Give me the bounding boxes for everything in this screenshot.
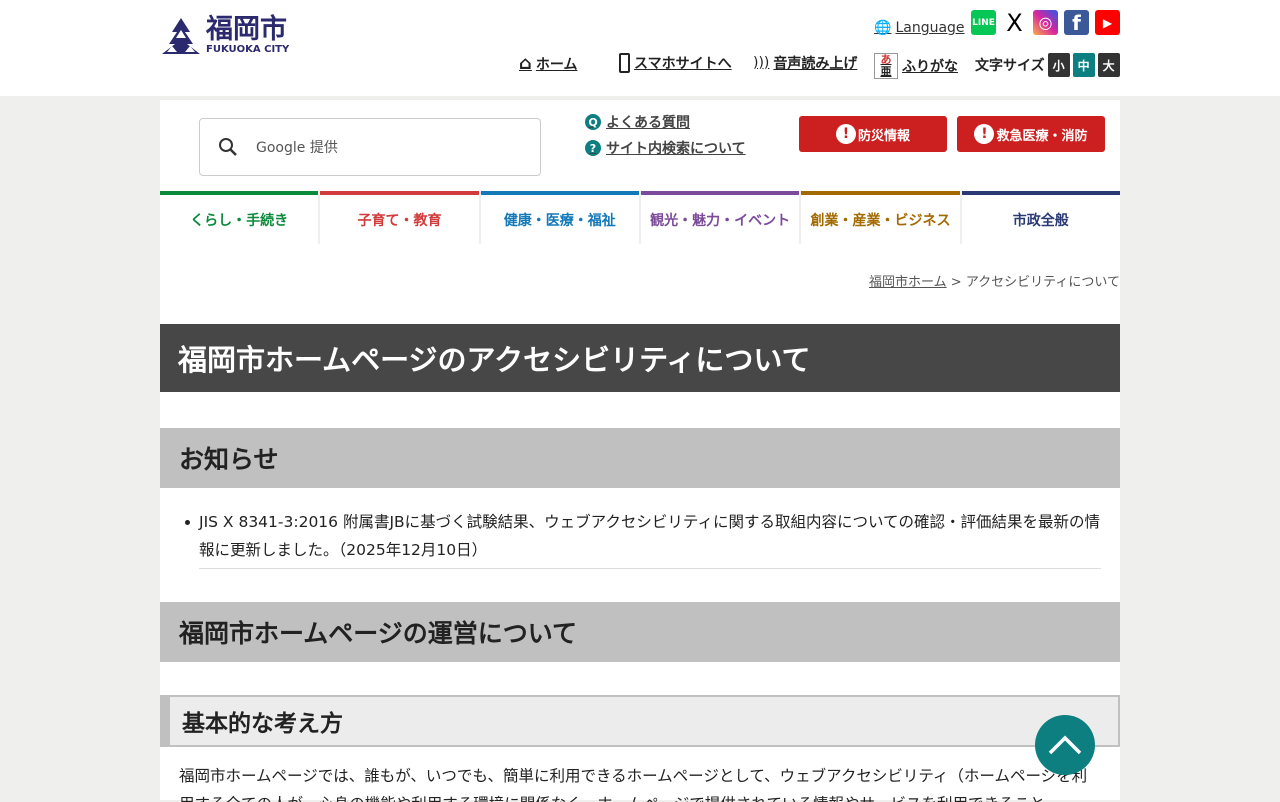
city-emblem-icon xyxy=(162,18,200,54)
nav-childcare[interactable]: 子育て・教育 xyxy=(320,191,479,244)
language-link[interactable]: 🌐 Language xyxy=(874,20,965,36)
policy-text: 福岡市ホームページでは、誰もが、いつでも、簡単に利用できるホームページとして、ウ… xyxy=(179,767,1088,802)
search-help-label: サイト内検索について xyxy=(606,141,746,157)
furigana-link[interactable]: あ亜ふりがな xyxy=(874,53,958,79)
instagram-icon[interactable]: ◎ xyxy=(1033,10,1058,35)
search-help-link[interactable]: ? サイト内検索について xyxy=(585,138,746,158)
notice-heading: お知らせ xyxy=(160,428,1120,488)
line-icon[interactable]: LINE xyxy=(971,10,996,35)
nav-health[interactable]: 健康・医療・福祉 xyxy=(480,191,639,244)
sound-icon: ))) xyxy=(753,55,770,71)
breadcrumb: 福岡市ホーム > アクセシビリティについて xyxy=(869,271,1120,290)
font-size-large-button[interactable]: 大 xyxy=(1097,53,1120,77)
home-label: ホーム xyxy=(535,56,578,73)
list-item: JIS X 8341-3:2016 附属書JBに基づく試験結果、ウェブアクセシビ… xyxy=(185,508,1101,564)
search-input[interactable]: Google 提供 xyxy=(199,118,541,176)
operation-heading: 福岡市ホームページの運営について xyxy=(160,602,1120,662)
nav-tourism[interactable]: 観光・魅力・イベント xyxy=(640,191,800,244)
help-icon: ? xyxy=(585,140,601,156)
breadcrumb-current: アクセシビリティについて xyxy=(965,275,1120,290)
nav-city-admin[interactable]: 市政全般 xyxy=(961,191,1120,244)
globe-icon: 🌐 xyxy=(874,20,892,36)
font-size-label: 文字サイズ xyxy=(975,58,1045,74)
font-size-medium-button[interactable]: 中 xyxy=(1072,53,1095,77)
back-to-top-button[interactable] xyxy=(1035,715,1095,775)
breadcrumb-separator: > xyxy=(950,275,962,290)
home-link[interactable]: ⌂ ホーム xyxy=(519,53,577,74)
search-icon xyxy=(219,138,237,156)
logo-text: 福岡市 xyxy=(206,14,287,45)
read-aloud-label: 音声読み上げ xyxy=(773,56,858,72)
breadcrumb-home[interactable]: 福岡市ホーム xyxy=(869,275,947,290)
x-icon[interactable]: X xyxy=(1002,9,1027,37)
alert-icon: ! xyxy=(835,124,856,144)
disaster-label: 防災情報 xyxy=(857,128,910,144)
faq-link[interactable]: Q よくある質問 xyxy=(585,112,690,132)
facebook-icon[interactable]: f xyxy=(1064,10,1089,35)
furigana-icon: あ亜 xyxy=(874,53,898,79)
emergency-medical-button[interactable]: ! 救急医療・消防 xyxy=(957,116,1105,152)
page-title: 福岡市ホームページのアクセシビリティについて xyxy=(160,324,1120,392)
smartphone-link[interactable]: スマホサイトへ xyxy=(619,53,732,73)
smartphone-icon xyxy=(619,53,630,73)
read-aloud-link[interactable]: ))) 音声読み上げ xyxy=(753,53,857,73)
global-nav: くらし・手続き 子育て・教育 健康・医療・福祉 観光・魅力・イベント 創業・産業… xyxy=(160,191,1120,244)
font-size-control: 文字サイズ 小中大 xyxy=(975,53,1120,77)
faq-label: よくある質問 xyxy=(606,115,690,131)
medical-label: 救急医療・消防 xyxy=(996,128,1088,144)
basic-policy-heading: 基本的な考え方 xyxy=(160,695,1120,747)
logo-subtext: FUKUOKA CITY xyxy=(206,44,290,55)
notice-list: JIS X 8341-3:2016 附属書JBに基づく試験結果、ウェブアクセシビ… xyxy=(185,508,1101,569)
chevron-up-icon xyxy=(1048,735,1082,755)
language-label: Language xyxy=(895,20,965,36)
site-header: 福岡市 FUKUOKA CITY 🌐 Language LINE X ◎ f ▶ ⌂… xyxy=(0,0,1280,96)
furigana-label: ふりがな xyxy=(902,59,958,75)
youtube-icon[interactable]: ▶ xyxy=(1095,10,1120,35)
nav-business[interactable]: 創業・産業・ビジネス xyxy=(801,191,960,244)
disaster-info-button[interactable]: ! 防災情報 xyxy=(799,116,947,152)
site-logo[interactable]: 福岡市 FUKUOKA CITY xyxy=(160,16,289,56)
search-placeholder: Google 提供 xyxy=(256,140,338,156)
q-icon: Q xyxy=(585,114,601,130)
alert-icon: ! xyxy=(974,124,995,144)
social-links: LINE X ◎ f ▶ xyxy=(971,9,1120,37)
font-size-small-button[interactable]: 小 xyxy=(1047,53,1070,77)
home-icon: ⌂ xyxy=(519,53,532,74)
smartphone-label: スマホサイトへ xyxy=(634,56,732,72)
nav-living[interactable]: くらし・手続き xyxy=(160,191,319,244)
main-content: Google 提供 Q よくある質問 ? サイト内検索について ! 防災情報 ! 救急医… xyxy=(160,100,1120,802)
